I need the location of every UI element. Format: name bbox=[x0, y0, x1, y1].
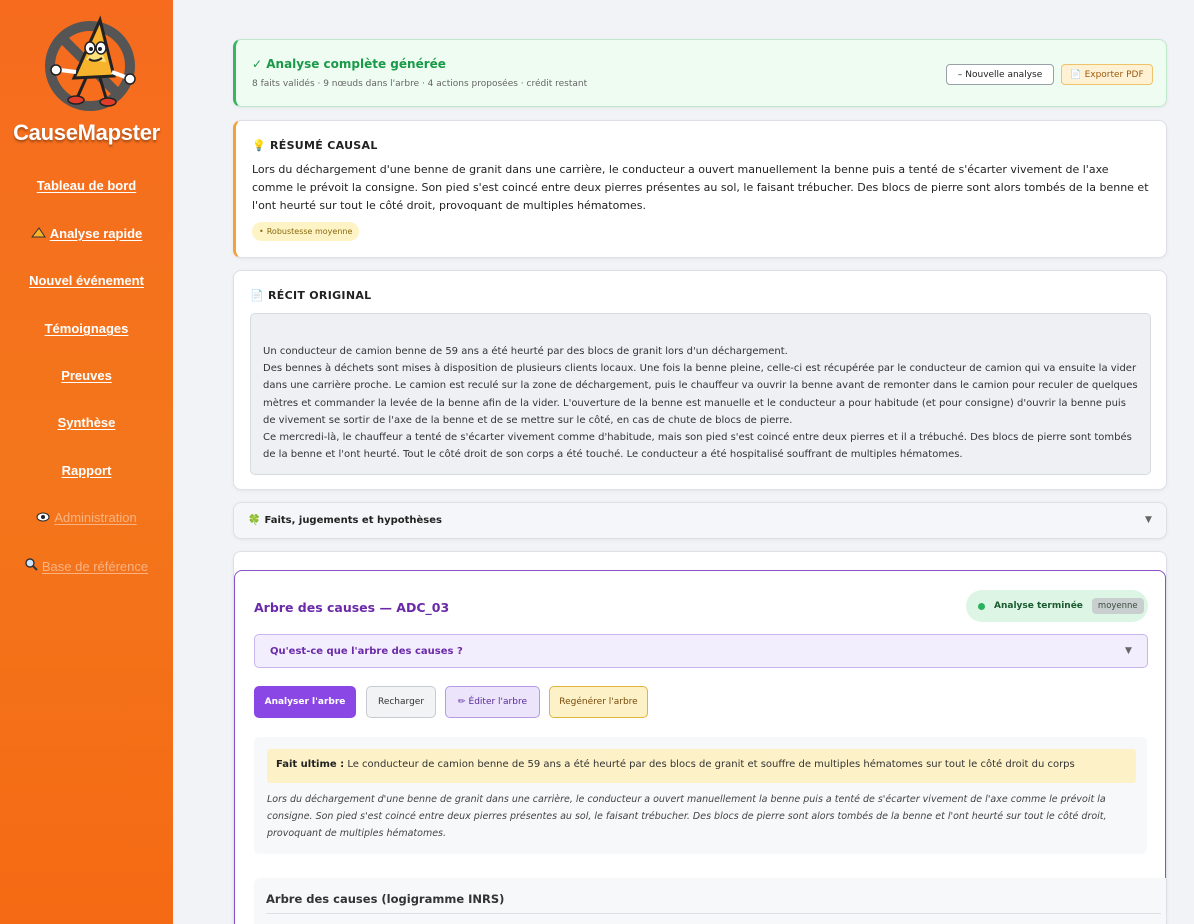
nav-label: Rapport bbox=[61, 463, 112, 478]
status-dot-icon bbox=[978, 602, 985, 610]
analyse-tree-label: Analyser l'arbre bbox=[264, 697, 346, 707]
nav-analyse-rapide[interactable]: Analyse rapide bbox=[0, 226, 173, 241]
nav-label: Tableau de bord bbox=[36, 178, 137, 193]
nav-label: Administration bbox=[54, 510, 137, 525]
magnifier-icon bbox=[25, 558, 38, 574]
reload-button[interactable]: Recharger bbox=[366, 686, 436, 718]
facts-accordion[interactable]: 🍀 Faits, jugements et hypothèses ▼ bbox=[233, 502, 1167, 539]
analyse-tree-button[interactable]: Analyser l'arbre bbox=[254, 686, 356, 718]
causal-summary-card: 💡 RÉSUMÉ CAUSAL Lors du déchargement d'u… bbox=[233, 120, 1167, 258]
nav-preuves[interactable]: Preuves bbox=[0, 368, 173, 383]
reload-label: Recharger bbox=[377, 697, 425, 707]
nav-label: Témoignages bbox=[44, 321, 129, 336]
logo-icon[interactable] bbox=[34, 12, 138, 116]
nav-label: Synthèse bbox=[57, 415, 116, 430]
sidebar: CauseMapster Tableau de bord Analyse rap… bbox=[0, 0, 173, 924]
story-text-box: Un conducteur de camion benne de 59 ans … bbox=[250, 313, 1151, 475]
document-icon: 📄 bbox=[250, 289, 264, 302]
robustness-chip: moyenne bbox=[1091, 598, 1144, 614]
success-banner: ✓ Analyse complète générée 8 faits valid… bbox=[233, 39, 1167, 107]
dash-icon: – bbox=[957, 69, 963, 80]
clover-icon: 🍀 bbox=[248, 515, 261, 526]
summary-heading: 💡 RÉSUMÉ CAUSAL bbox=[252, 139, 378, 152]
ultimate-fact-description: Lors du déchargement d'une benne de gran… bbox=[267, 794, 1107, 840]
nav-base-reference[interactable]: Base de référence bbox=[0, 558, 173, 574]
brand-name: CauseMapster bbox=[13, 120, 160, 145]
what-is-tree-accordion[interactable]: Qu'est-ce que l'arbre des causes ? ▼ bbox=[254, 634, 1148, 668]
regenerate-tree-label: Regénérer l'arbre bbox=[559, 697, 638, 707]
nav-label: Nouvel événement bbox=[29, 273, 144, 288]
dot-icon: • bbox=[259, 227, 264, 236]
chevron-down-icon[interactable]: ▼ bbox=[1145, 515, 1152, 525]
triangle-icon bbox=[30, 226, 46, 241]
ultimate-fact-panel: Fait ultime : Le conducteur de camion be… bbox=[254, 737, 1147, 854]
divider bbox=[266, 913, 1161, 914]
what-is-tree-label: Qu'est-ce que l'arbre des causes ? bbox=[270, 646, 463, 657]
story-title: RÉCIT ORIGINAL bbox=[268, 289, 372, 302]
regenerate-tree-button[interactable]: Regénérer l'arbre bbox=[549, 686, 648, 718]
document-icon: 📄 bbox=[1070, 69, 1082, 80]
robustness-badge: • Robustesse moyenne bbox=[252, 222, 360, 241]
success-subtitle: 8 faits validés · 9 nœuds dans l'arbre ·… bbox=[252, 79, 588, 89]
nav-tableau-de-bord[interactable]: Tableau de bord bbox=[0, 178, 173, 193]
facts-title: Faits, jugements et hypothèses bbox=[264, 515, 442, 526]
robustness-label: Robustesse moyenne bbox=[266, 227, 353, 236]
story-heading: 📄 RÉCIT ORIGINAL bbox=[250, 289, 371, 302]
new-analysis-button[interactable]: – Nouvelle analyse bbox=[946, 64, 1054, 85]
nav-temoignages[interactable]: Témoignages bbox=[0, 321, 173, 336]
pencil-icon: ✏ bbox=[457, 697, 466, 707]
nav-label: Analyse rapide bbox=[49, 226, 143, 241]
summary-text: Lors du déchargement d'une benne de gran… bbox=[252, 163, 1149, 212]
story-line: Des bennes à déchets sont mises à dispos… bbox=[263, 363, 1138, 426]
chevron-down-icon[interactable]: ▼ bbox=[1125, 646, 1132, 656]
new-analysis-label: Nouvelle analyse bbox=[965, 69, 1043, 80]
cause-tree-card: Arbre des causes — ADC_03 Analyse termin… bbox=[234, 570, 1166, 924]
lightbulb-icon: 💡 bbox=[252, 139, 266, 152]
eye-icon bbox=[36, 510, 50, 525]
edit-tree-button[interactable]: ✏ Éditer l'arbre bbox=[445, 686, 540, 718]
nav-label: Preuves bbox=[61, 368, 112, 383]
nav-nouvel-evenement[interactable]: Nouvel événement bbox=[0, 273, 173, 288]
nav-synthese[interactable]: Synthèse bbox=[0, 415, 173, 430]
export-pdf-button[interactable]: 📄 Exporter PDF bbox=[1061, 64, 1153, 85]
ultimate-fact-text: Le conducteur de camion benne de 59 ans … bbox=[347, 759, 1075, 770]
logigramme-title: Arbre des causes (logigramme INRS) bbox=[266, 892, 505, 906]
ultimate-fact: Fait ultime : Le conducteur de camion be… bbox=[267, 749, 1136, 783]
summary-title: RÉSUMÉ CAUSAL bbox=[270, 139, 378, 152]
ultimate-fact-label: Fait ultime : bbox=[276, 759, 345, 770]
nav-administration[interactable]: Administration bbox=[0, 510, 173, 525]
edit-tree-label: Éditer l'arbre bbox=[468, 697, 528, 707]
story-line: Ce mercredi-là, le chauffeur a tenté de … bbox=[263, 432, 1132, 461]
logigramme-section: Arbre des causes (logigramme INRS) bbox=[254, 878, 1166, 924]
export-pdf-label: Exporter PDF bbox=[1084, 69, 1144, 80]
facts-heading: 🍀 Faits, jugements et hypothèses bbox=[248, 515, 442, 526]
status-label: Analyse terminée bbox=[994, 601, 1083, 611]
nav-label: Base de référence bbox=[41, 559, 149, 574]
tree-title: Arbre des causes — ADC_03 bbox=[254, 600, 450, 615]
success-title: ✓ Analyse complète générée bbox=[252, 57, 446, 71]
story-line: Un conducteur de camion benne de 59 ans … bbox=[263, 346, 788, 357]
original-story-card: 📄 RÉCIT ORIGINAL Un conducteur de camion… bbox=[233, 270, 1167, 490]
nav-rapport[interactable]: Rapport bbox=[0, 463, 173, 478]
status-badge: Analyse terminée moyenne bbox=[966, 590, 1148, 622]
